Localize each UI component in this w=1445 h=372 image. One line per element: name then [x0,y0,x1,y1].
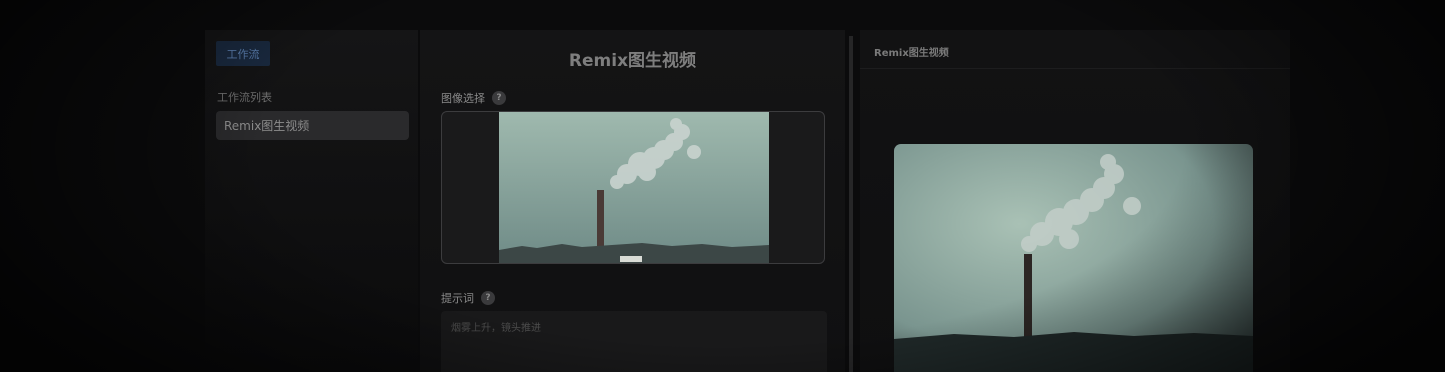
image-picker[interactable] [441,111,825,264]
workflow-form: Remix图生视频 图像选择 ? 提示词 ? 烟雾上升，镜头推进 [420,30,845,372]
image-select-label-text: 图像选择 [441,92,485,105]
help-icon[interactable]: ? [492,91,506,105]
prompt-label: 提示词 ? [441,290,495,306]
panel-divider[interactable] [849,36,853,372]
tab-workflow[interactable]: 工作流 [216,41,270,66]
image-select-label: 图像选择 ? [441,90,506,106]
workflow-list-heading: 工作流列表 [217,91,272,104]
prompt-input[interactable]: 烟雾上升，镜头推进 [441,311,827,372]
selected-image [499,112,769,263]
divider [860,68,1290,69]
preview-title: Remix图生视频 [874,48,949,59]
sidebar-item-label: Remix图生视频 [224,119,310,133]
page-title: Remix图生视频 [568,51,697,71]
prompt-placeholder: 烟雾上升，镜头推进 [451,323,541,334]
sidebar: 工作流 工作流列表 Remix图生视频 [205,30,418,372]
help-icon[interactable]: ? [481,291,495,305]
video-preview[interactable] [894,144,1253,372]
preview-image [894,144,1253,372]
sidebar-item-remix[interactable]: Remix图生视频 [216,111,409,140]
prompt-label-text: 提示词 [441,292,474,305]
preview-panel: Remix图生视频 [860,30,1290,372]
